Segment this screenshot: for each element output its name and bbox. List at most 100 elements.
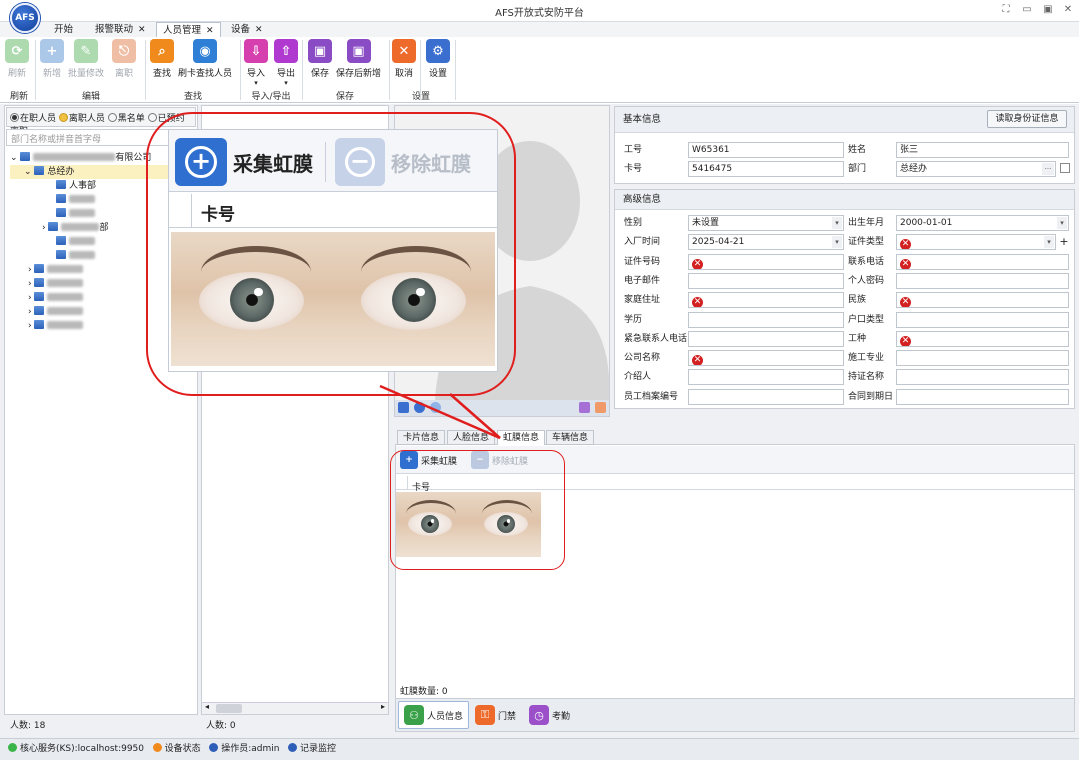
error-icon: ✕ (692, 258, 703, 269)
app-title: AFS开放式安防平台 (495, 8, 584, 19)
minimize-icon[interactable]: ▭ (1018, 3, 1036, 17)
export-button[interactable]: ⇧ 导出 ▾ (274, 39, 298, 87)
field-input[interactable]: ✕ (688, 292, 844, 309)
resign-button[interactable]: ⎋ 离职 (112, 39, 136, 79)
field-input[interactable]: ✕ (896, 253, 1069, 270)
radio-active[interactable]: 在职人员 (10, 113, 56, 124)
resize-icon[interactable]: ⛶ (997, 3, 1015, 17)
field-label: 民族 (848, 295, 867, 306)
highlight-outline (390, 450, 565, 570)
record-monitor[interactable]: 记录监控 (288, 743, 336, 754)
field-input[interactable] (896, 311, 1069, 328)
ellipsis-icon[interactable]: ··· (1042, 163, 1054, 175)
field-input[interactable] (896, 272, 1069, 289)
find-button[interactable]: ⌕ 查找 (150, 39, 174, 79)
horizontal-scrollbar[interactable]: ◂ ▸ (202, 702, 388, 714)
field-input[interactable] (688, 369, 844, 386)
employee-id-label: 工号 (624, 145, 643, 155)
save-button[interactable]: ▣ 保存 (308, 39, 332, 79)
clock-icon: ◷ (529, 705, 549, 725)
ribbon-button-label: 查找 (152, 69, 171, 79)
field-input[interactable]: 2000-01-01 ▾ (896, 215, 1069, 231)
ribbon-button-label: 新增 (42, 69, 61, 79)
radio-blacklist[interactable]: 黑名单 (107, 113, 145, 124)
org-node-icon (56, 250, 66, 259)
import-button[interactable]: ⇩ 导入 ▾ (244, 39, 268, 87)
field-input[interactable]: ✕ ▾ (896, 234, 1056, 251)
field-label: 介绍人 (624, 372, 652, 383)
field-input[interactable] (688, 388, 844, 405)
close-icon[interactable]: ✕ (255, 25, 263, 35)
delete-photo-icon[interactable] (595, 402, 606, 413)
error-icon: ✕ (900, 335, 911, 346)
tab-alarm-linkage[interactable]: 报警联动 ✕ (89, 22, 152, 37)
upload-icon[interactable] (579, 402, 590, 413)
field-label: 个人密码 (848, 275, 885, 286)
field-input[interactable] (896, 350, 1069, 367)
field-label: 施工专业 (848, 353, 885, 364)
save-and-new-button[interactable]: ▣ 保存后新增 (336, 39, 381, 79)
department-field[interactable]: 总经办 ··· (896, 161, 1056, 177)
field-input[interactable] (688, 311, 844, 328)
org-node-icon (48, 222, 59, 231)
advanced-info-title: 高级信息 (615, 190, 1074, 210)
error-icon: ✕ (900, 258, 911, 269)
field-input[interactable]: ✕ (688, 350, 844, 367)
department-checkbox[interactable] (1060, 163, 1070, 173)
ribbon-group-refresh: 刷新 (9, 92, 28, 102)
batch-edit-button[interactable]: ✎ 批量修改 (68, 39, 104, 79)
card-number-field[interactable]: 5416475 (688, 161, 844, 177)
field-input[interactable]: ✕ (896, 330, 1069, 347)
module-attendance[interactable]: ◷ 考勤 (524, 701, 575, 729)
field-input[interactable] (688, 272, 844, 289)
field-label: 员工档案编号 (624, 391, 679, 402)
radio-resigned[interactable]: 离职人员 (58, 113, 105, 124)
add-id-type-icon[interactable]: + (1058, 234, 1070, 250)
dropdown-arrow-icon[interactable]: ▾ (1057, 217, 1067, 229)
card-find-button[interactable]: ◉ 刷卡查找人员 (178, 39, 232, 79)
close-icon[interactable]: ✕ (206, 26, 214, 36)
user-icon (209, 743, 219, 752)
module-person-info[interactable]: ⚇ 人员信息 (398, 701, 470, 729)
field-label: 证件类型 (848, 237, 885, 248)
dropdown-arrow-icon[interactable]: ▾ (1044, 236, 1054, 249)
cancel-button[interactable]: ✕ 取消 (392, 39, 416, 79)
ribbon-button-label: 离职 (114, 69, 133, 79)
ribbon-button-label: 导入 (246, 69, 265, 79)
read-id-card-button[interactable]: 读取身份证信息 (987, 110, 1067, 128)
field-input[interactable]: ✕ (688, 253, 844, 270)
employee-id-field[interactable]: W65361 (688, 142, 844, 158)
field-label: 公司名称 (624, 353, 661, 364)
field-input[interactable] (896, 369, 1069, 386)
cancel-icon: ✕ (392, 39, 416, 63)
tab-start[interactable]: 开始 (48, 22, 79, 37)
tab-devices[interactable]: 设备 ✕ (225, 22, 269, 37)
ribbon-group-settings: 设置 (388, 89, 454, 102)
settings-button[interactable]: ⚙ 设置 (426, 39, 450, 79)
name-field[interactable]: 张三 (896, 142, 1069, 158)
iris-count: 虹膜数量: 0 (400, 687, 448, 697)
status-bar: 核心服务(KS):localhost:9950 设备状态 操作员:admin 记… (0, 738, 1079, 760)
tab-personnel[interactable]: 人员管理 ✕ (156, 22, 221, 37)
org-node-icon (20, 152, 31, 161)
close-icon[interactable]: ✕ (138, 25, 146, 35)
field-input[interactable]: 未设置 ▾ (688, 215, 844, 231)
org-node-icon (34, 292, 45, 301)
maximize-icon[interactable]: ▣ (1039, 3, 1057, 17)
monitor-icon (288, 743, 298, 752)
device-status[interactable]: 设备状态 (152, 743, 201, 754)
ribbon-group-find: 查找 (183, 92, 202, 102)
field-input[interactable]: ✕ (896, 292, 1069, 309)
refresh-button[interactable]: ⟳ 刷新 (5, 39, 29, 79)
module-access-control[interactable]: ⚿ 门禁 (470, 701, 521, 729)
ribbon-button-label: 取消 (394, 69, 413, 79)
field-input[interactable] (896, 388, 1069, 405)
dropdown-arrow-icon[interactable]: ▾ (832, 217, 842, 229)
field-input[interactable] (688, 330, 844, 347)
ribbon-button-label: 保存 (310, 69, 329, 79)
close-icon[interactable]: ✕ (1059, 3, 1077, 17)
add-button[interactable]: + 新增 (40, 39, 64, 79)
dropdown-arrow-icon[interactable]: ▾ (832, 236, 842, 249)
field-input[interactable]: 2025-04-21 ▾ (688, 234, 844, 251)
subtab-vehicle-info[interactable]: 车辆信息 (546, 430, 595, 445)
